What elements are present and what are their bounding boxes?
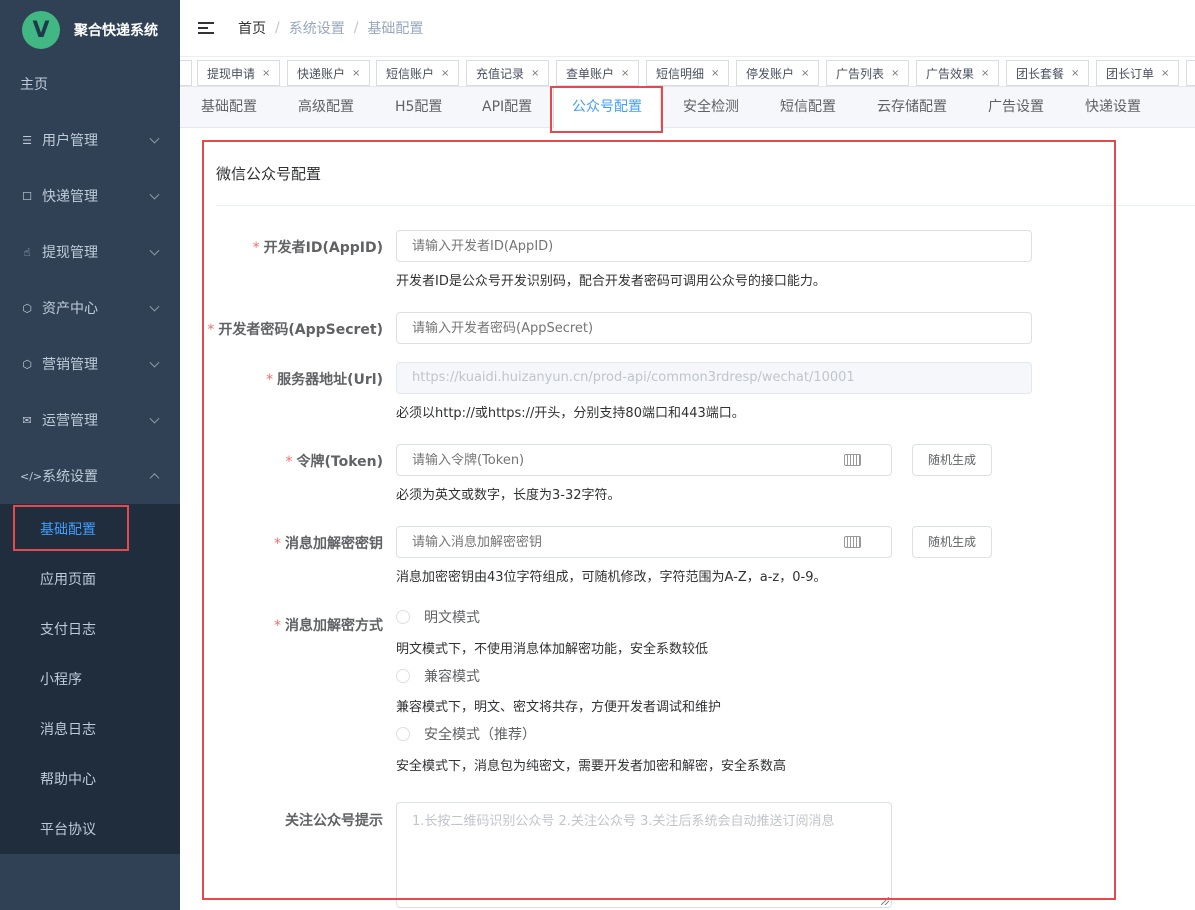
tab-advanced-config[interactable]: 高级配置 bbox=[298, 87, 354, 128]
close-icon[interactable]: × bbox=[441, 68, 449, 79]
tab-api-config[interactable]: API配置 bbox=[482, 87, 532, 128]
close-icon[interactable]: × bbox=[262, 68, 270, 79]
tag-item[interactable]: 团长套餐 × bbox=[1006, 60, 1089, 86]
breadcrumb-home[interactable]: 首页 bbox=[238, 18, 266, 38]
tag-label: 广告效果 bbox=[926, 66, 975, 81]
tag-item[interactable]: 短信账户 × bbox=[376, 60, 459, 86]
navbar: 首页 / 系统设置 / 基础配置 bbox=[180, 0, 1195, 57]
breadcrumb-basic-config: 基础配置 bbox=[367, 21, 424, 37]
close-icon[interactable]: × bbox=[981, 68, 989, 79]
sidebar-item-operations[interactable]: ✉ 运营管理 bbox=[0, 392, 180, 448]
tag-label: 提现申请 bbox=[207, 66, 256, 81]
tab-ad-settings[interactable]: 广告设置 bbox=[988, 87, 1044, 128]
submenu-item-platform-agreement[interactable]: 平台协议 bbox=[0, 804, 180, 854]
tag-label: 充值记录 bbox=[476, 66, 525, 81]
submenu-item-message-log[interactable]: 消息日志 bbox=[0, 704, 180, 754]
sidebar-item-assets[interactable]: ⬡ 资产中心 bbox=[0, 280, 180, 336]
tag-item[interactable]: 广告效果 × bbox=[916, 60, 999, 86]
sidebar-item-marketing[interactable]: ⬡ 营销管理 bbox=[0, 336, 180, 392]
breadcrumb: 首页 / 系统设置 / 基础配置 bbox=[238, 18, 423, 38]
chevron-down-icon bbox=[149, 189, 160, 200]
sidebar-item-label: 主页 bbox=[20, 77, 48, 93]
chevron-down-icon bbox=[149, 133, 160, 144]
hand-icon: ☝ bbox=[23, 245, 31, 259]
tag-label: 短信明细 bbox=[656, 66, 705, 81]
cube-icon: ⬡ bbox=[22, 357, 32, 371]
tag-label: 短信账户 bbox=[386, 66, 435, 81]
list-icon: ☰ bbox=[22, 133, 32, 147]
sidebar-item-users[interactable]: ☰ 用户管理 bbox=[0, 112, 180, 168]
sidebar-item-withdraw[interactable]: ☝ 提现管理 bbox=[0, 224, 180, 280]
tag-label: 广告列表 bbox=[836, 66, 885, 81]
highlight-box-submenu bbox=[13, 505, 129, 551]
tag-label: 团长订单 bbox=[1106, 66, 1155, 81]
chevron-down-icon bbox=[149, 413, 160, 424]
cube-icon: ⬡ bbox=[22, 301, 32, 315]
chevron-down-icon bbox=[149, 245, 160, 256]
sidebar: V 聚合快递系统 主页 ☰ 用户管理 ☐ 快递管理 ☝ 提现管理 ⬡ 资产中心 … bbox=[0, 0, 180, 910]
close-icon[interactable]: × bbox=[891, 68, 899, 79]
app-title: 聚合快递系统 bbox=[74, 23, 158, 39]
sidebar-item-home[interactable]: 主页 bbox=[0, 60, 180, 108]
hamburger-menu-icon[interactable] bbox=[198, 21, 214, 35]
tab-sms-config[interactable]: 短信配置 bbox=[780, 87, 836, 128]
close-icon[interactable]: × bbox=[352, 68, 360, 79]
tab-cloud-storage-config[interactable]: 云存储配置 bbox=[877, 87, 947, 128]
breadcrumb-separator: / bbox=[353, 20, 359, 36]
tab-express-settings[interactable]: 快递设置 bbox=[1085, 87, 1141, 128]
tag-label: 团长套餐 bbox=[1016, 66, 1065, 81]
tag-item[interactable]: 团长订单 × bbox=[1096, 60, 1179, 86]
highlight-box-tab bbox=[550, 86, 663, 133]
tab-security-check[interactable]: 安全检测 bbox=[683, 87, 739, 128]
code-icon: </> bbox=[20, 469, 43, 483]
mail-icon: ✉ bbox=[22, 413, 32, 427]
chat-icon: ☐ bbox=[22, 189, 32, 203]
sidebar-item-label: 系统设置 bbox=[42, 469, 98, 485]
tag-item[interactable]: 快递账户 × bbox=[287, 60, 370, 86]
submenu-item-payment-log[interactable]: 支付日志 bbox=[0, 604, 180, 654]
close-icon[interactable]: × bbox=[1161, 68, 1169, 79]
tag-label: 查单账户 bbox=[566, 66, 615, 81]
tag-overflow[interactable] bbox=[180, 60, 192, 86]
tag-label: 停发账户 bbox=[746, 66, 795, 81]
tag-item[interactable]: 提现申请 × bbox=[197, 60, 280, 86]
sidebar-item-express[interactable]: ☐ 快递管理 bbox=[0, 168, 180, 224]
sidebar-item-label: 运营管理 bbox=[42, 413, 98, 429]
tag-overflow[interactable] bbox=[1186, 60, 1195, 86]
sidebar-item-label: 提现管理 bbox=[42, 245, 98, 261]
tag-item[interactable]: 充值记录 × bbox=[466, 60, 549, 86]
chevron-down-icon bbox=[149, 357, 160, 368]
sidebar-item-label: 快递管理 bbox=[42, 189, 98, 205]
tag-item[interactable]: 停发账户 × bbox=[736, 60, 819, 86]
tag-label: 快递账户 bbox=[297, 66, 346, 81]
chevron-up-icon bbox=[149, 473, 160, 484]
close-icon[interactable]: × bbox=[801, 68, 809, 79]
system-settings-submenu: 基础配置 应用页面 支付日志 小程序 消息日志 帮助中心 平台协议 bbox=[0, 504, 180, 854]
sidebar-item-label: 资产中心 bbox=[42, 301, 98, 317]
submenu-item-app-pages[interactable]: 应用页面 bbox=[0, 554, 180, 604]
tag-item[interactable]: 查单账户 × bbox=[556, 60, 639, 86]
config-tabs: 基础配置 高级配置 H5配置 API配置 公众号配置 安全检测 短信配置 云存储… bbox=[180, 87, 1195, 128]
submenu-item-mini-program[interactable]: 小程序 bbox=[0, 654, 180, 704]
tag-item[interactable]: 广告列表 × bbox=[826, 60, 909, 86]
close-icon[interactable]: × bbox=[711, 68, 719, 79]
sidebar-item-label: 用户管理 bbox=[42, 133, 98, 149]
sidebar-item-system-settings[interactable]: </> 系统设置 bbox=[0, 448, 180, 504]
tab-basic-config[interactable]: 基础配置 bbox=[201, 87, 257, 128]
tab-h5-config[interactable]: H5配置 bbox=[395, 87, 442, 128]
close-icon[interactable]: × bbox=[531, 68, 539, 79]
chevron-down-icon bbox=[149, 301, 160, 312]
tags-view: 提现申请 × 快递账户 × 短信账户 × 充值记录 × 查单账户 × 短信明细 × 停发账户… bbox=[180, 57, 1195, 87]
close-icon[interactable]: × bbox=[621, 68, 629, 79]
highlight-box-form bbox=[202, 140, 1116, 900]
breadcrumb-separator: / bbox=[275, 20, 280, 36]
vue-logo-icon: V bbox=[22, 11, 60, 49]
submenu-item-help-center[interactable]: 帮助中心 bbox=[0, 754, 180, 804]
breadcrumb-system-settings[interactable]: 系统设置 bbox=[289, 18, 345, 38]
app-logo[interactable]: V 聚合快递系统 bbox=[0, 0, 180, 60]
tag-item[interactable]: 短信明细 × bbox=[646, 60, 729, 86]
sidebar-item-label: 营销管理 bbox=[42, 357, 98, 373]
close-icon[interactable]: × bbox=[1071, 68, 1079, 79]
